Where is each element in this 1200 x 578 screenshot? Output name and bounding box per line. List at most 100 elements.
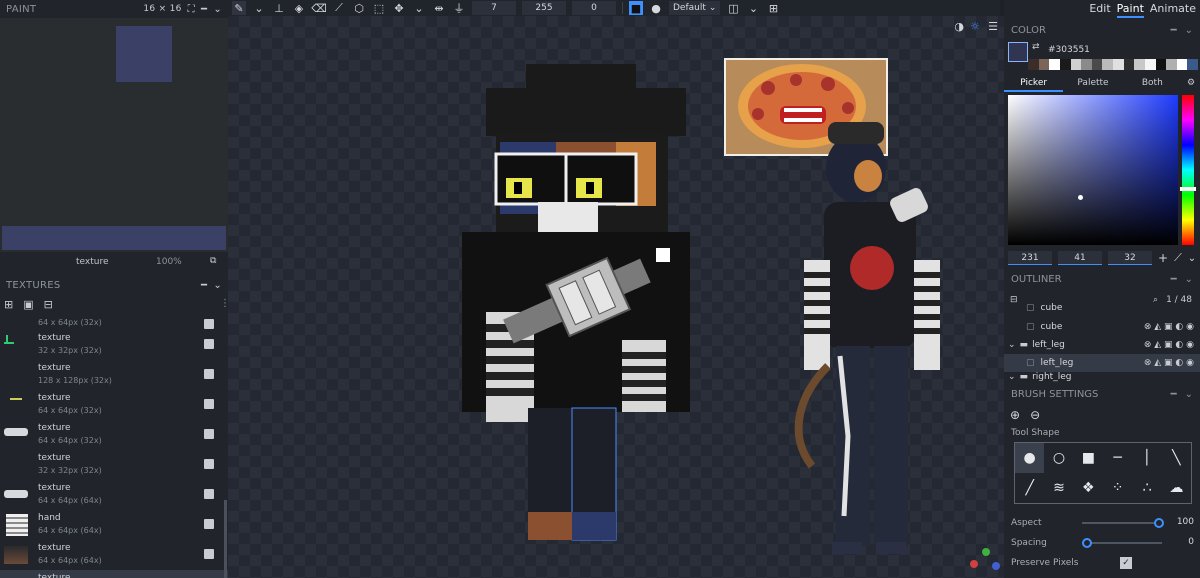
texture-row[interactable]: hand 64 x 64px (64x) (0, 510, 228, 540)
chevron-down-icon[interactable]: ⌄ (412, 1, 426, 15)
saturation-value-picker[interactable] (1008, 95, 1178, 245)
blend-mode-select[interactable]: Default ⌄ (669, 1, 721, 15)
palette-swatch[interactable] (1049, 59, 1060, 70)
tab-edit[interactable]: Edit (1089, 0, 1110, 18)
remove-preset-icon[interactable]: ⊖ (1030, 408, 1040, 422)
tab-picker[interactable]: Picker (1004, 74, 1064, 92)
aspect-value[interactable]: 100 (1177, 517, 1194, 527)
collapse-icon[interactable]: ━ (1171, 274, 1177, 285)
texture-row[interactable]: 64 x 64px (32x) (0, 318, 228, 330)
shapes-icon[interactable]: ⬡ (352, 1, 366, 15)
aspect-slider-knob[interactable] (1154, 518, 1164, 528)
chevron-down-icon[interactable]: ⌄ (1185, 25, 1193, 36)
outliner-row-toggles[interactable]: ⊗ ◭ ▣ ◐ ◉ (1144, 322, 1200, 332)
brush-size-field[interactable]: 7 (472, 1, 516, 15)
shape-slash-icon[interactable]: ╱ (1015, 473, 1044, 503)
save-icon[interactable] (204, 459, 214, 469)
chevron-down-icon[interactable]: ⌄ (213, 280, 222, 291)
palette-swatch[interactable] (1028, 59, 1039, 70)
color-picker-icon[interactable]: ⟋ (332, 1, 346, 15)
palette-swatch[interactable] (1091, 59, 1103, 70)
round-brush-icon[interactable]: ● (649, 1, 663, 15)
chevron-down-icon[interactable]: ⌄ (1185, 389, 1193, 400)
tab-animate[interactable]: Animate (1150, 0, 1196, 18)
save-icon[interactable] (204, 429, 214, 439)
save-icon[interactable] (204, 369, 214, 379)
palette-swatch[interactable] (1176, 59, 1188, 70)
eyedropper-icon[interactable]: ⟋ (1174, 251, 1182, 265)
square-brush-icon[interactable]: ■ (629, 1, 643, 15)
chevron-down-icon[interactable]: ⌄ (252, 1, 266, 15)
stamp-icon[interactable]: ⊥ (272, 1, 286, 15)
collapse-icon[interactable]: ━ (1171, 389, 1177, 400)
shape-filled-circle-icon[interactable]: ● (1015, 443, 1045, 473)
green-field[interactable]: 41 (1058, 251, 1102, 265)
texture-row[interactable]: texture 64 x 64px (32x) (0, 420, 228, 450)
shape-diagonal-icon[interactable]: ╲ (1162, 443, 1191, 473)
outliner-row[interactable]: ⌄ ▬ left_leg ⊗ ◭ ▣ ◐ ◉ (1004, 336, 1200, 354)
selection-icon[interactable]: ⬚ (372, 1, 386, 15)
save-icon[interactable] (204, 489, 214, 499)
palette-swatch[interactable] (1187, 59, 1198, 70)
gear-icon[interactable]: ⚙ (1182, 74, 1200, 92)
shape-brush-c-icon[interactable]: ⁘ (1103, 473, 1132, 503)
palette-swatch[interactable] (1166, 59, 1177, 70)
tab-palette[interactable]: Palette (1063, 74, 1122, 92)
texture-row[interactable]: texture 64 x 64px (64x) (0, 540, 228, 570)
texture-atlas-icon[interactable]: ⊟ (44, 298, 53, 311)
preserve-pixels-checkbox[interactable]: ✓ (1120, 557, 1132, 569)
spacing-slider-track[interactable] (1082, 542, 1162, 544)
blue-field[interactable]: 32 (1108, 251, 1152, 265)
3d-viewport[interactable]: ◑ ☼ ☰ (228, 16, 1004, 578)
outliner-row[interactable]: ⌄ ▬ right_leg (1004, 372, 1200, 382)
outliner-row-toggles[interactable]: ⊗ ◭ ▣ ◐ ◉ (1144, 358, 1200, 368)
texture-row[interactable]: texture 64 x 64px (64x) (0, 480, 228, 510)
spacing-value[interactable]: 0 (1188, 537, 1194, 547)
axis-gizmo[interactable] (970, 548, 1000, 570)
palette-swatch[interactable] (1123, 59, 1135, 70)
copy-icon[interactable]: ⧉ (210, 256, 216, 266)
textures-scrollbar[interactable] (224, 500, 227, 578)
add-preset-icon[interactable]: ⊕ (1010, 408, 1020, 422)
hue-handle[interactable] (1180, 187, 1196, 191)
palette-swatch[interactable] (1038, 59, 1050, 70)
outliner-row-toggles[interactable]: ⊗ ◭ ▣ ◐ ◉ (1144, 340, 1200, 350)
texture-row[interactable]: texture 64 x 64px (32x) (0, 390, 228, 420)
palette-swatch[interactable] (1059, 59, 1071, 70)
collapse-icon[interactable]: ━ (1171, 25, 1177, 36)
split-view-icon[interactable]: ◫ (726, 1, 740, 15)
texture-row[interactable]: texture 32 x 32px (32x) (0, 330, 228, 360)
outliner-row[interactable]: ▢ cube ⊗ ◭ ▣ ◐ ◉ (1004, 318, 1200, 336)
fill-bucket-icon[interactable]: ◈ (292, 1, 306, 15)
texture-row[interactable]: texture (0, 570, 228, 578)
grid-icon[interactable]: ⊞ (766, 1, 780, 15)
outliner-row[interactable]: ▢ cube (1004, 302, 1200, 314)
brush-opacity-field[interactable]: 255 (522, 1, 566, 15)
fullscreen-icon[interactable]: ⛶ (188, 4, 195, 15)
chevron-down-icon[interactable]: ⌄ (1008, 372, 1016, 382)
shape-brush-b-icon[interactable]: ❖ (1074, 473, 1103, 503)
shape-circle-icon[interactable]: ○ (1044, 443, 1073, 473)
palette-swatch[interactable] (1102, 59, 1113, 70)
blocky-character-model[interactable] (462, 64, 690, 541)
save-icon[interactable] (204, 519, 214, 529)
shape-vertical-icon[interactable]: │ (1132, 443, 1161, 473)
main-color-swatch[interactable] (1008, 42, 1028, 62)
import-texture-icon[interactable]: ⊞ (4, 298, 13, 311)
chevron-down-icon[interactable]: ⌄ (746, 1, 760, 15)
picker-handle[interactable] (1078, 195, 1083, 200)
hue-slider[interactable] (1180, 95, 1196, 245)
mirror-icon[interactable]: ⇹ (432, 1, 446, 15)
aspect-slider-track[interactable] (1082, 522, 1162, 524)
collapse-icon[interactable]: ━ (201, 280, 207, 291)
chevron-down-icon[interactable]: ⌄ (213, 4, 222, 15)
tab-both[interactable]: Both (1123, 74, 1182, 92)
shape-brush-d-icon[interactable]: ∴ (1132, 473, 1161, 503)
red-field[interactable]: 231 (1008, 251, 1052, 265)
save-icon[interactable] (204, 549, 214, 559)
chevron-down-icon[interactable]: ⌄ (1188, 253, 1196, 264)
palette-swatch[interactable] (1134, 59, 1145, 70)
tab-paint[interactable]: Paint (1116, 0, 1144, 18)
palette-swatch[interactable] (1113, 59, 1124, 70)
brush-settings-icon[interactable]: ⏚ (452, 1, 466, 15)
